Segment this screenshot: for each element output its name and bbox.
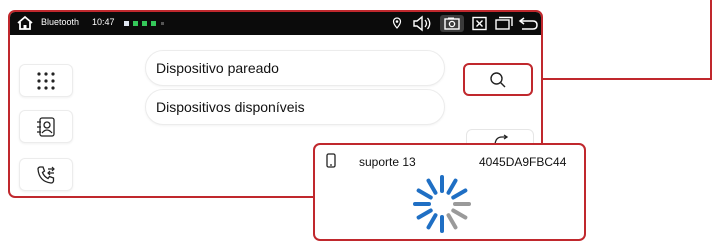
volume-icon[interactable]	[412, 15, 434, 32]
contacts-button[interactable]	[19, 110, 73, 143]
loading-spinner-icon	[413, 175, 471, 233]
call-log-icon	[37, 165, 55, 184]
location-icon	[392, 17, 402, 29]
home-icon[interactable]	[16, 15, 34, 31]
phone-icon	[326, 153, 336, 168]
dialpad-icon	[37, 71, 55, 90]
device-search-callout: suporte 13 4045DA9FBC44	[313, 143, 586, 241]
device-row[interactable]: suporte 13 4045DA9FBC44	[315, 145, 584, 171]
close-box-icon[interactable]	[471, 15, 489, 32]
status-time: 10:47	[92, 17, 115, 27]
device-name: suporte 13	[359, 155, 416, 169]
search-button[interactable]	[463, 63, 533, 96]
call-log-button[interactable]	[19, 158, 73, 191]
notification-dot	[142, 21, 147, 26]
window-icon[interactable]	[494, 15, 514, 32]
screenshot-icon[interactable]	[440, 15, 464, 32]
status-bar: Bluetooth 10:47	[10, 12, 541, 35]
status-title: Bluetooth	[41, 17, 80, 27]
paired-devices-item[interactable]: Dispositivo pareado	[145, 50, 445, 86]
notification-dot	[161, 22, 164, 25]
dialpad-button[interactable]	[19, 64, 73, 97]
device-address: 4045DA9FBC44	[479, 155, 567, 169]
contacts-icon	[37, 116, 55, 137]
notification-dot	[124, 21, 129, 26]
notification-dot	[133, 21, 138, 26]
available-devices-item[interactable]: Dispositivos disponíveis	[145, 89, 445, 125]
search-icon	[490, 71, 506, 87]
notification-dot	[151, 21, 156, 26]
back-icon[interactable]	[518, 15, 540, 32]
